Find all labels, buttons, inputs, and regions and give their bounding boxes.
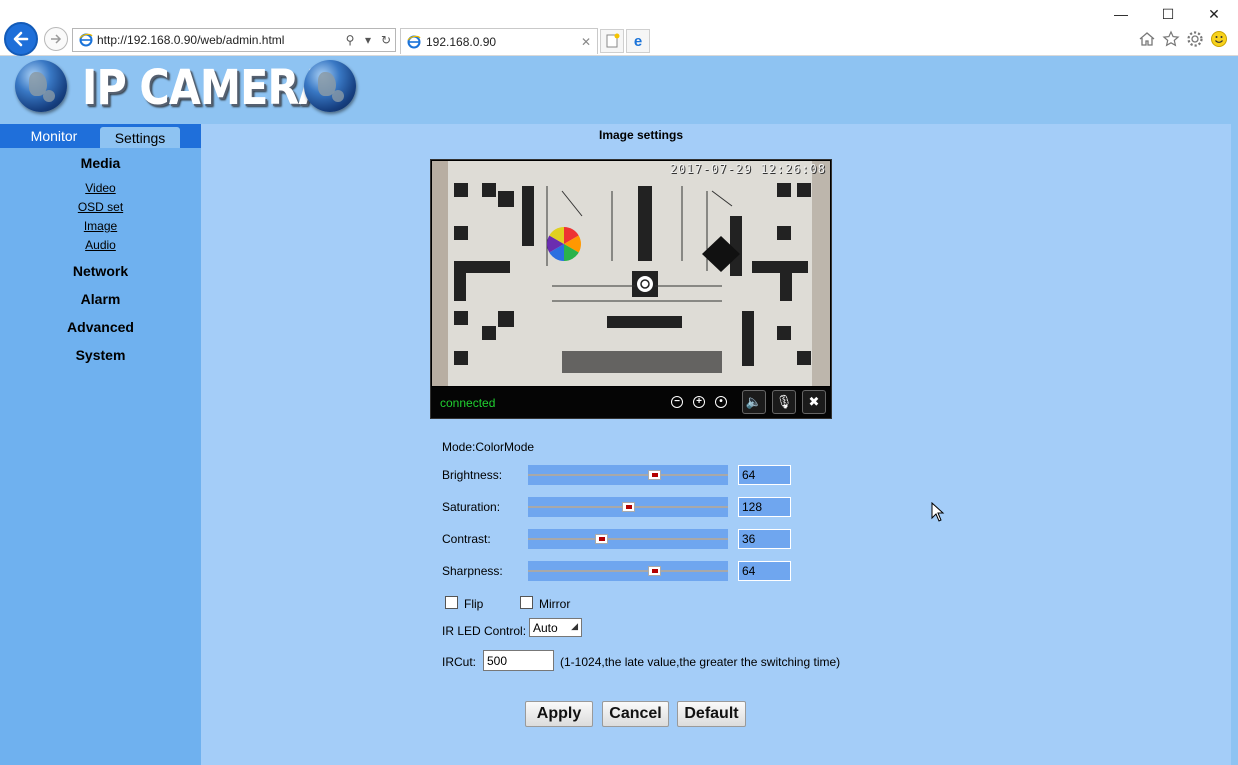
new-tab-button[interactable] <box>600 29 624 53</box>
maximize-button[interactable]: ☐ <box>1158 6 1178 23</box>
nav-link-osd[interactable]: OSD set <box>0 200 201 214</box>
brightness-slider[interactable] <box>528 465 728 485</box>
sharpness-value-field[interactable]: 64 <box>738 561 791 581</box>
connection-status: connected <box>440 396 496 410</box>
video-player: 2017-07-29 12:26:08 connected − + • 🔈 🎙 … <box>430 159 832 419</box>
tab-monitor[interactable]: Monitor <box>8 124 100 148</box>
flip-label: Flip <box>464 597 484 611</box>
gear-icon[interactable] <box>1186 30 1204 48</box>
saturation-slider[interactable] <box>528 497 728 517</box>
ircut-label: IRCut: <box>442 655 477 669</box>
minimize-button[interactable]: — <box>1111 6 1131 22</box>
nav-link-audio[interactable]: Audio <box>0 238 201 252</box>
zoom-out-icon[interactable]: − <box>671 396 683 408</box>
ircut-hint: (1-1024,the late value,the greater the s… <box>560 655 841 669</box>
back-arrow-icon <box>13 31 29 47</box>
slider-track <box>528 474 728 476</box>
nav-link-image[interactable]: Image <box>0 219 201 233</box>
globe-logo-left <box>15 60 67 112</box>
tools-icon[interactable]: ✖ <box>802 390 826 414</box>
ie-tab-icon <box>407 35 421 48</box>
brightness-label: Brightness: <box>442 468 503 482</box>
slider-track <box>528 538 728 540</box>
forward-button[interactable] <box>44 27 68 51</box>
search-icon[interactable]: ⚲ <box>341 33 359 47</box>
browser-tab[interactable]: 192.168.0.90 ✕ <box>400 28 598 54</box>
sidebar: Monitor Settings Media Video OSD set Ima… <box>0 124 201 765</box>
cancel-button[interactable]: Cancel <box>602 701 669 727</box>
sharpness-slider[interactable] <box>528 561 728 581</box>
globe-logo-right <box>304 60 356 112</box>
main-tabs: Monitor Settings <box>0 124 201 148</box>
banner: IP CAMERA <box>0 56 1238 122</box>
address-url[interactable]: http://192.168.0.90/web/admin.html <box>97 33 341 47</box>
nav-link-video[interactable]: Video <box>0 181 201 195</box>
dropdown-arrow-icon[interactable]: ▾ <box>359 33 377 47</box>
page-title: Image settings <box>598 128 684 142</box>
tab-close-icon[interactable]: ✕ <box>581 35 597 49</box>
edge-button[interactable]: e <box>626 29 650 53</box>
saturation-slider-thumb[interactable] <box>622 502 635 512</box>
nav-media[interactable]: Media <box>0 155 201 171</box>
mouse-cursor-icon <box>931 502 945 522</box>
new-tab-icon <box>606 33 620 48</box>
nav-alarm[interactable]: Alarm <box>0 291 201 307</box>
mode-label: Mode:ColorMode <box>442 440 535 454</box>
video-timestamp: 2017-07-29 12:26:08 <box>669 162 826 176</box>
brightness-value-field[interactable]: 64 <box>738 465 791 485</box>
brightness-slider-thumb[interactable] <box>648 470 661 480</box>
record-icon[interactable]: • <box>715 396 727 408</box>
zoom-in-icon[interactable]: + <box>693 396 705 408</box>
mute-mic-icon[interactable]: 🎙 <box>772 390 796 414</box>
page: IP CAMERA Monitor Settings Media Video O… <box>0 56 1238 765</box>
edge-icon: e <box>633 32 643 50</box>
favorites-star-icon[interactable] <box>1162 30 1180 48</box>
sharpness-slider-thumb[interactable] <box>648 566 661 576</box>
close-button[interactable]: ✕ <box>1204 6 1224 23</box>
ircut-input[interactable]: 500 <box>483 650 554 671</box>
flip-checkbox[interactable] <box>445 596 458 609</box>
browser-chrome: http://192.168.0.90/web/admin.html ⚲ ▾ ↻… <box>0 0 1238 56</box>
nav-advanced[interactable]: Advanced <box>0 319 201 335</box>
content-panel: Image settings 2017-07-29 12:26:08 conne… <box>201 124 1231 765</box>
tab-title: 192.168.0.90 <box>426 34 497 49</box>
contrast-value-field[interactable]: 36 <box>738 529 791 549</box>
contrast-slider[interactable] <box>528 529 728 549</box>
contrast-label: Contrast: <box>442 532 491 546</box>
logo-text: IP CAMERA <box>82 60 330 116</box>
video-control-bar: connected − + • 🔈 🎙 ✖ <box>431 387 831 418</box>
smiley-feedback-icon[interactable] <box>1210 30 1228 48</box>
forward-arrow-icon <box>51 34 62 44</box>
ir-led-selected-value: Auto <box>533 621 558 635</box>
saturation-value-field[interactable]: 128 <box>738 497 791 517</box>
slider-track <box>528 570 728 572</box>
ir-led-select[interactable]: Auto ◢ <box>529 618 582 637</box>
nav-system[interactable]: System <box>0 347 201 363</box>
nav-network[interactable]: Network <box>0 263 201 279</box>
saturation-label: Saturation: <box>442 500 501 514</box>
mute-speaker-icon[interactable]: 🔈 <box>742 390 766 414</box>
default-button[interactable]: Default <box>677 701 746 727</box>
contrast-slider-thumb[interactable] <box>595 534 608 544</box>
ir-led-label: IR LED Control: <box>442 624 527 638</box>
tab-settings[interactable]: Settings <box>100 127 180 148</box>
mirror-label: Mirror <box>539 597 571 611</box>
ie-page-icon <box>79 33 93 47</box>
back-button[interactable] <box>4 22 38 56</box>
home-icon[interactable] <box>1138 30 1156 48</box>
sharpness-label: Sharpness: <box>442 564 503 578</box>
apply-button[interactable]: Apply <box>525 701 593 727</box>
address-bar[interactable]: http://192.168.0.90/web/admin.html ⚲ ▾ ↻ <box>72 28 396 52</box>
mirror-checkbox[interactable] <box>520 596 533 609</box>
refresh-icon[interactable]: ↻ <box>377 33 395 47</box>
camera-feed: 2017-07-29 12:26:08 <box>432 161 830 386</box>
select-arrow-icon: ◢ <box>571 621 578 631</box>
test-chart-image <box>432 161 830 386</box>
